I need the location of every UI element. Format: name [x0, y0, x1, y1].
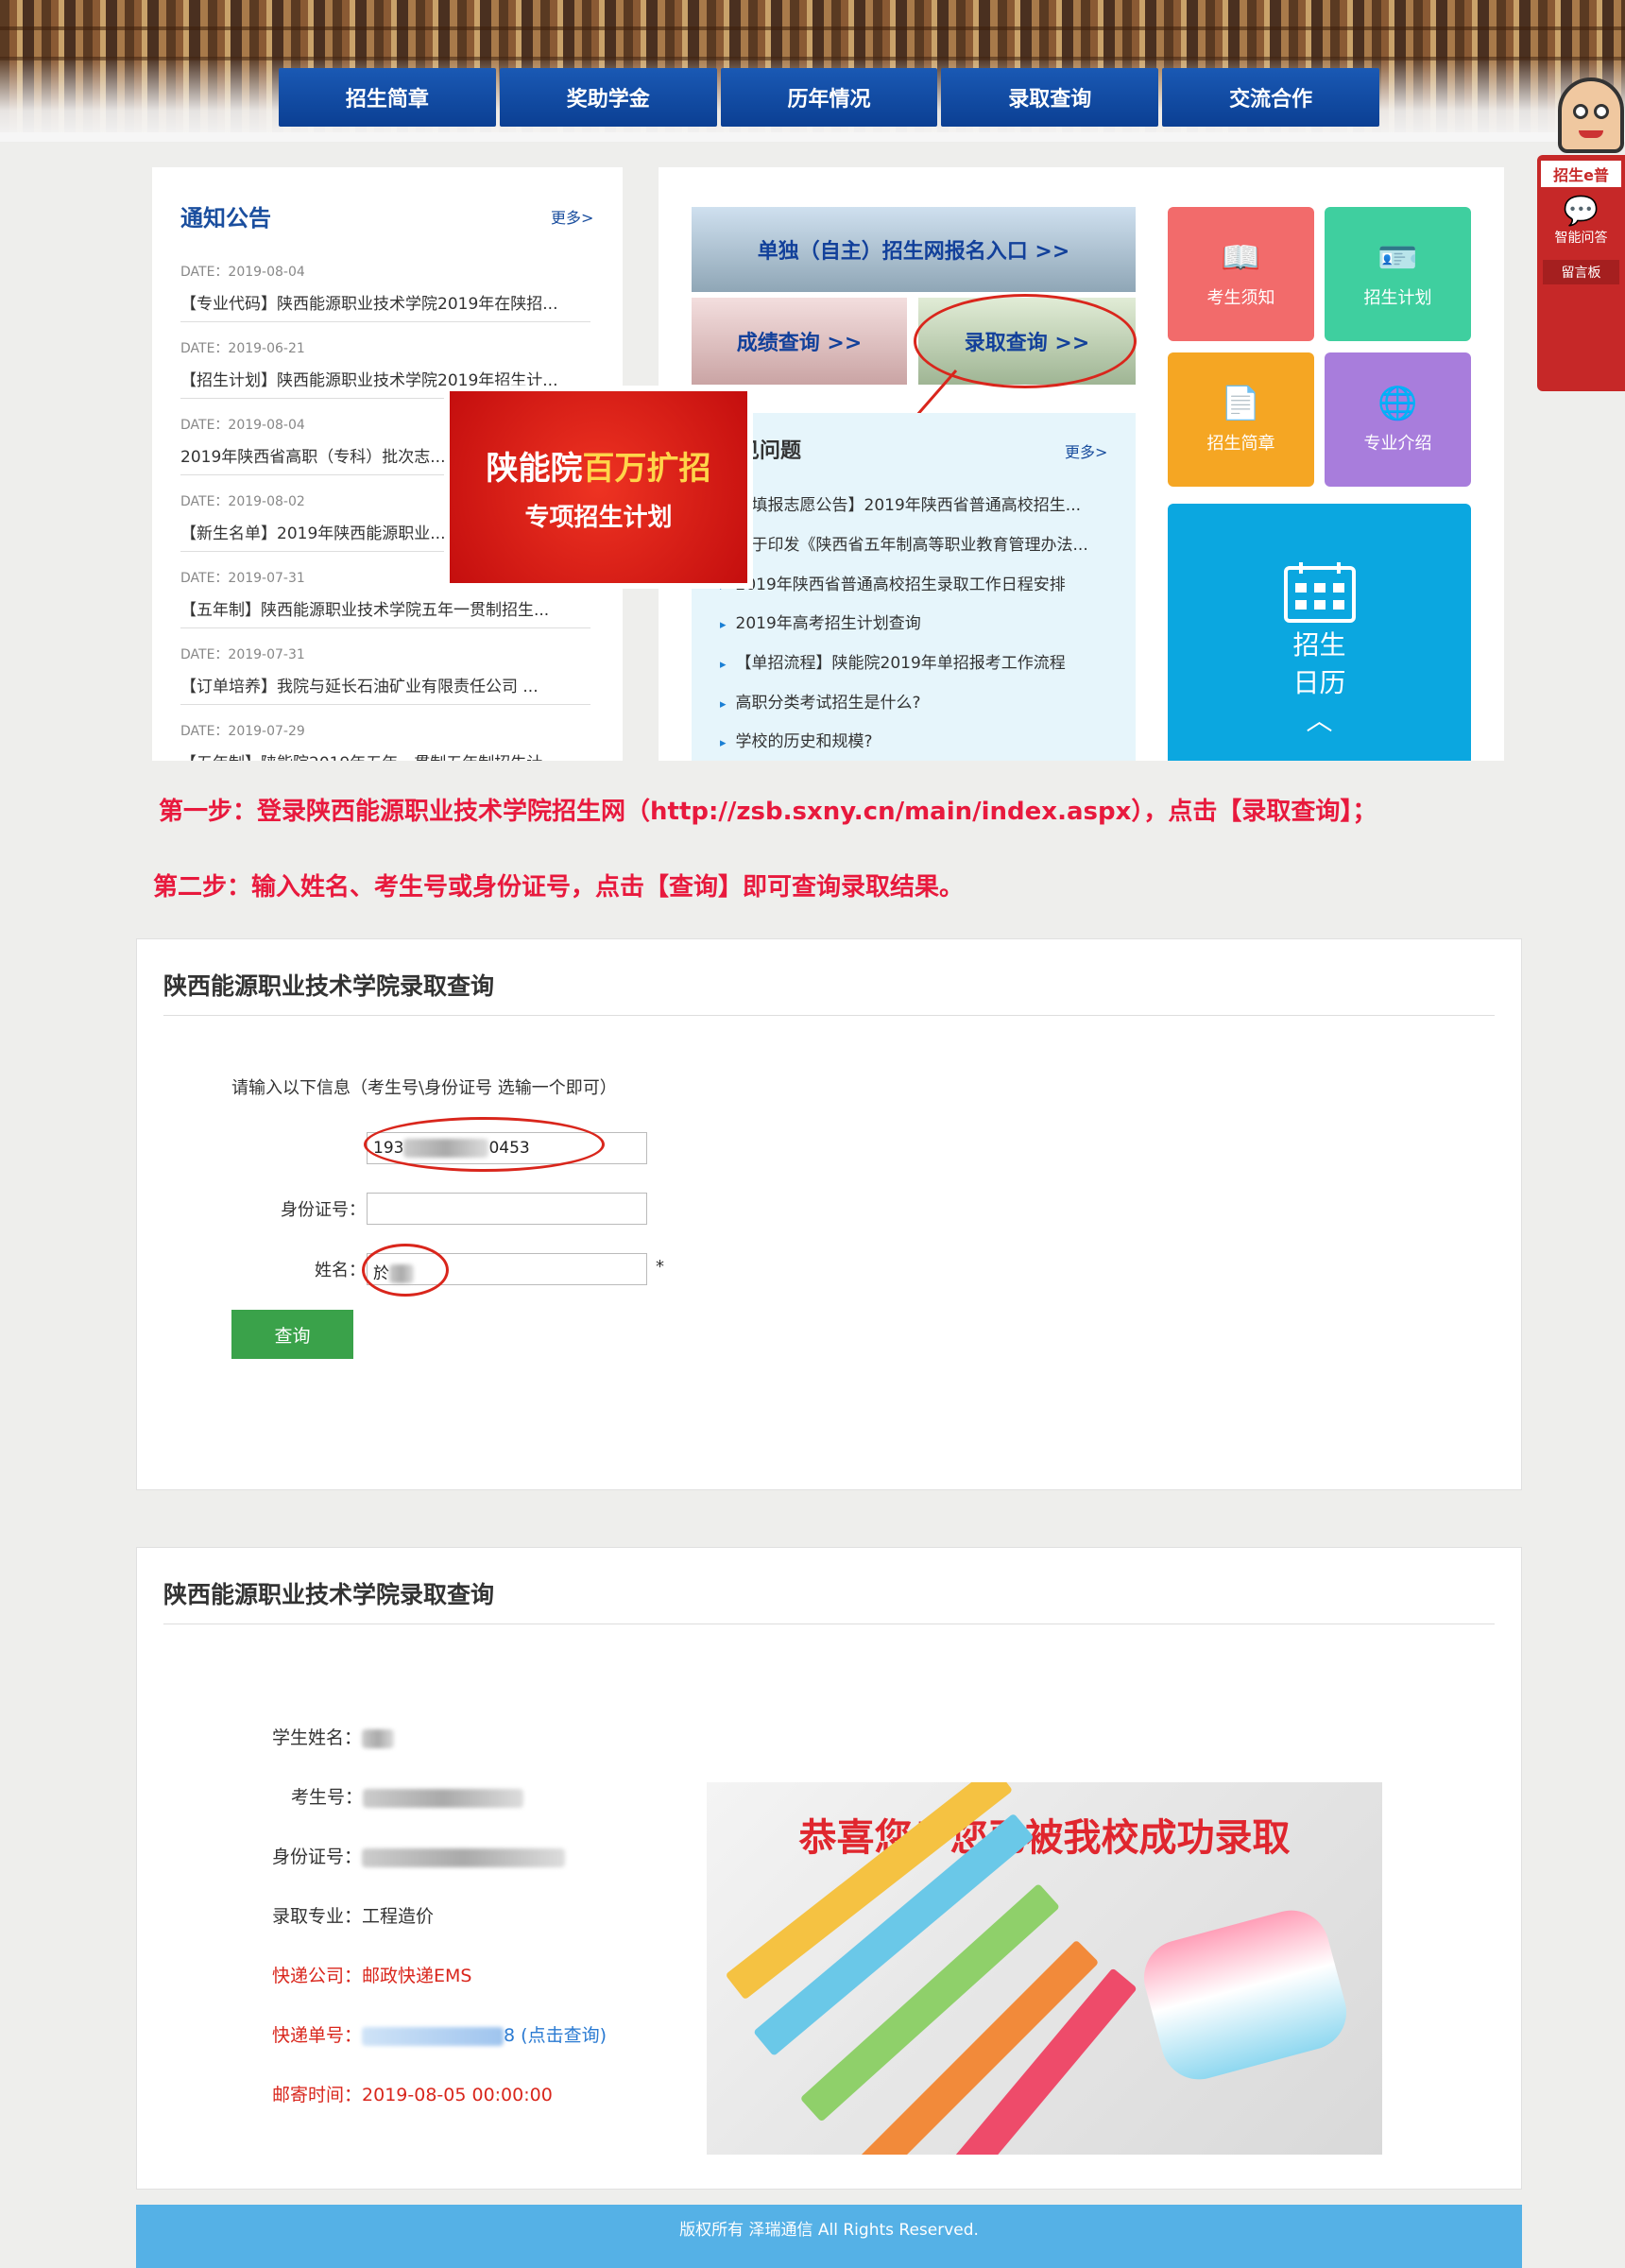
chevron-up-icon: ︿ — [1306, 705, 1333, 736]
name-label: 姓名： — [315, 1261, 366, 1280]
book-icon: 📖 — [1221, 239, 1261, 277]
id-number-row: 身份证号： — [272, 1843, 566, 1868]
list-item[interactable]: DATE：2019-07-31 【订单培养】我院与延长石油矿业有限责任公司 ... — [180, 644, 590, 705]
step-one-text: 第一步：登录陕西能源职业技术学院招生网（http://zsb.sxny.cn/m… — [159, 798, 1377, 826]
highlight-circle — [362, 1244, 449, 1297]
assistant-link[interactable]: 智能问答 — [1537, 228, 1625, 247]
side-widget-box: 招生e普 💬 智能问答 留言板 — [1537, 155, 1625, 391]
promo-banner: 陕能院百万扩招 专项招生计划 — [450, 391, 747, 583]
student-name-row: 学生姓名： — [272, 1724, 395, 1749]
list-item[interactable]: DATE：2019-07-29【五年制】陕能院2019年五年一贯制五年制招生计.… — [180, 721, 590, 761]
notice-more-link[interactable]: 更多> — [551, 205, 593, 228]
id-card-icon: 🪪 — [1377, 239, 1418, 277]
mail-time-row: 邮寄时间：2019-08-05 00:00:00 — [272, 2085, 553, 2105]
nav-item-cooperation[interactable]: 交流合作 — [1162, 68, 1379, 127]
major-row: 录取专业：工程造价 — [272, 1906, 435, 1927]
message-board-link[interactable]: 留言板 — [1543, 260, 1619, 284]
side-logo: 招生e普 — [1541, 161, 1621, 187]
calendar-icon — [1283, 562, 1356, 623]
footer: 版权所有 泽瑞通信 All Rights Reserved. — [136, 2205, 1522, 2268]
tile-brochure[interactable]: 📄 招生简章 — [1168, 352, 1314, 487]
congratulation-image: 恭喜您！您已被我校成功录取 — [707, 1782, 1382, 2155]
notice-title: 通知公告 — [180, 205, 271, 232]
nav-item-history[interactable]: 历年情况 — [720, 68, 938, 127]
list-item[interactable]: 关于印发《陕西省五年制高等职业教育管理办法... — [720, 531, 1088, 555]
required-mark: * — [656, 1257, 664, 1277]
list-item[interactable]: 2019年陕西省普通高校招生录取工作日程安排 — [720, 571, 1066, 594]
nav-item-admission-query[interactable]: 录取查询 — [941, 68, 1159, 127]
tile-calendar[interactable]: 招生 日历 ︿ — [1168, 504, 1471, 761]
mascot-icon — [1558, 77, 1624, 153]
promo-popup[interactable]: 陕能院百万扩招 专项招生计划 — [444, 386, 753, 589]
nav-item-brochure[interactable]: 招生简章 — [279, 68, 496, 127]
id-number-label: 身份证号： — [281, 1200, 366, 1220]
exam-number-row: 考生号： — [291, 1783, 524, 1809]
faq-box: 见问题 更多> 【填报志愿公告】2019年陕西省普通高校招生... 关于印发《陕… — [692, 413, 1136, 761]
chat-icon[interactable]: 💬 — [1537, 195, 1625, 228]
form-instruction: 请输入以下信息（考生号\身份证号 选输一个即可） — [231, 1078, 617, 1098]
eraser-image — [1135, 1901, 1356, 2088]
main-nav: 招生简章 奖助学金 历年情况 录取查询 交流合作 — [279, 68, 1379, 127]
side-widget: 招生e普 💬 智能问答 留言板 — [1537, 77, 1625, 391]
tile-major-intro[interactable]: 🌐 专业介绍 — [1325, 352, 1471, 487]
highlight-circle — [364, 1117, 605, 1172]
tile-exam-notice[interactable]: 📖 考生须知 — [1168, 207, 1314, 341]
list-item[interactable]: 学校的历史和规模? — [720, 728, 873, 751]
courier-row: 快递公司：邮政快递EMS — [272, 1966, 472, 1986]
tracking-query-link[interactable]: (点击查询) — [521, 2025, 607, 2046]
list-item[interactable]: DATE：2019-08-04 【专业代码】陕西能源职业技术学院2019年在陕招.… — [180, 262, 590, 322]
list-item[interactable]: 高职分类考试招生是什么? — [720, 689, 921, 713]
quick-links-panel: 单独（自主）招生网报名入口 >> 成绩查询 >> 录取查询 >> 见问题 更多>… — [659, 167, 1504, 761]
document-icon: 📄 — [1221, 385, 1261, 422]
tile-enrollment-plan[interactable]: 🪪 招生计划 — [1325, 207, 1471, 341]
divider — [163, 1015, 1495, 1016]
query-form-title: 陕西能源职业技术学院录取查询 — [163, 972, 495, 1000]
independent-enrollment-banner[interactable]: 单独（自主）招生网报名入口 >> — [692, 207, 1136, 292]
globe-icon: 🌐 — [1377, 385, 1418, 422]
result-title: 陕西能源职业技术学院录取查询 — [163, 1581, 495, 1608]
step-two-text: 第二步：输入姓名、考生号或身份证号，点击【查询】即可查询录取结果。 — [153, 873, 965, 902]
id-number-input[interactable] — [367, 1193, 647, 1225]
tracking-row: 快递单号： 8 (点击查询) — [272, 2025, 607, 2046]
list-item[interactable]: 【单招流程】陕能院2019年单招报考工作流程 — [720, 649, 1066, 673]
query-form-box: 陕西能源职业技术学院录取查询 请输入以下信息（考生号\身份证号 选输一个即可） … — [136, 938, 1522, 1490]
query-button[interactable]: 查询 — [231, 1310, 353, 1359]
list-item[interactable]: 2019年高考招生计划查询 — [720, 610, 921, 633]
list-item[interactable]: 【填报志愿公告】2019年陕西省普通高校招生... — [720, 491, 1081, 515]
congrats-text: 恭喜您！您已被我校成功录取 — [798, 1816, 1291, 1860]
faq-more-link[interactable]: 更多> — [1065, 439, 1107, 462]
nav-item-scholarship[interactable]: 奖助学金 — [499, 68, 717, 127]
